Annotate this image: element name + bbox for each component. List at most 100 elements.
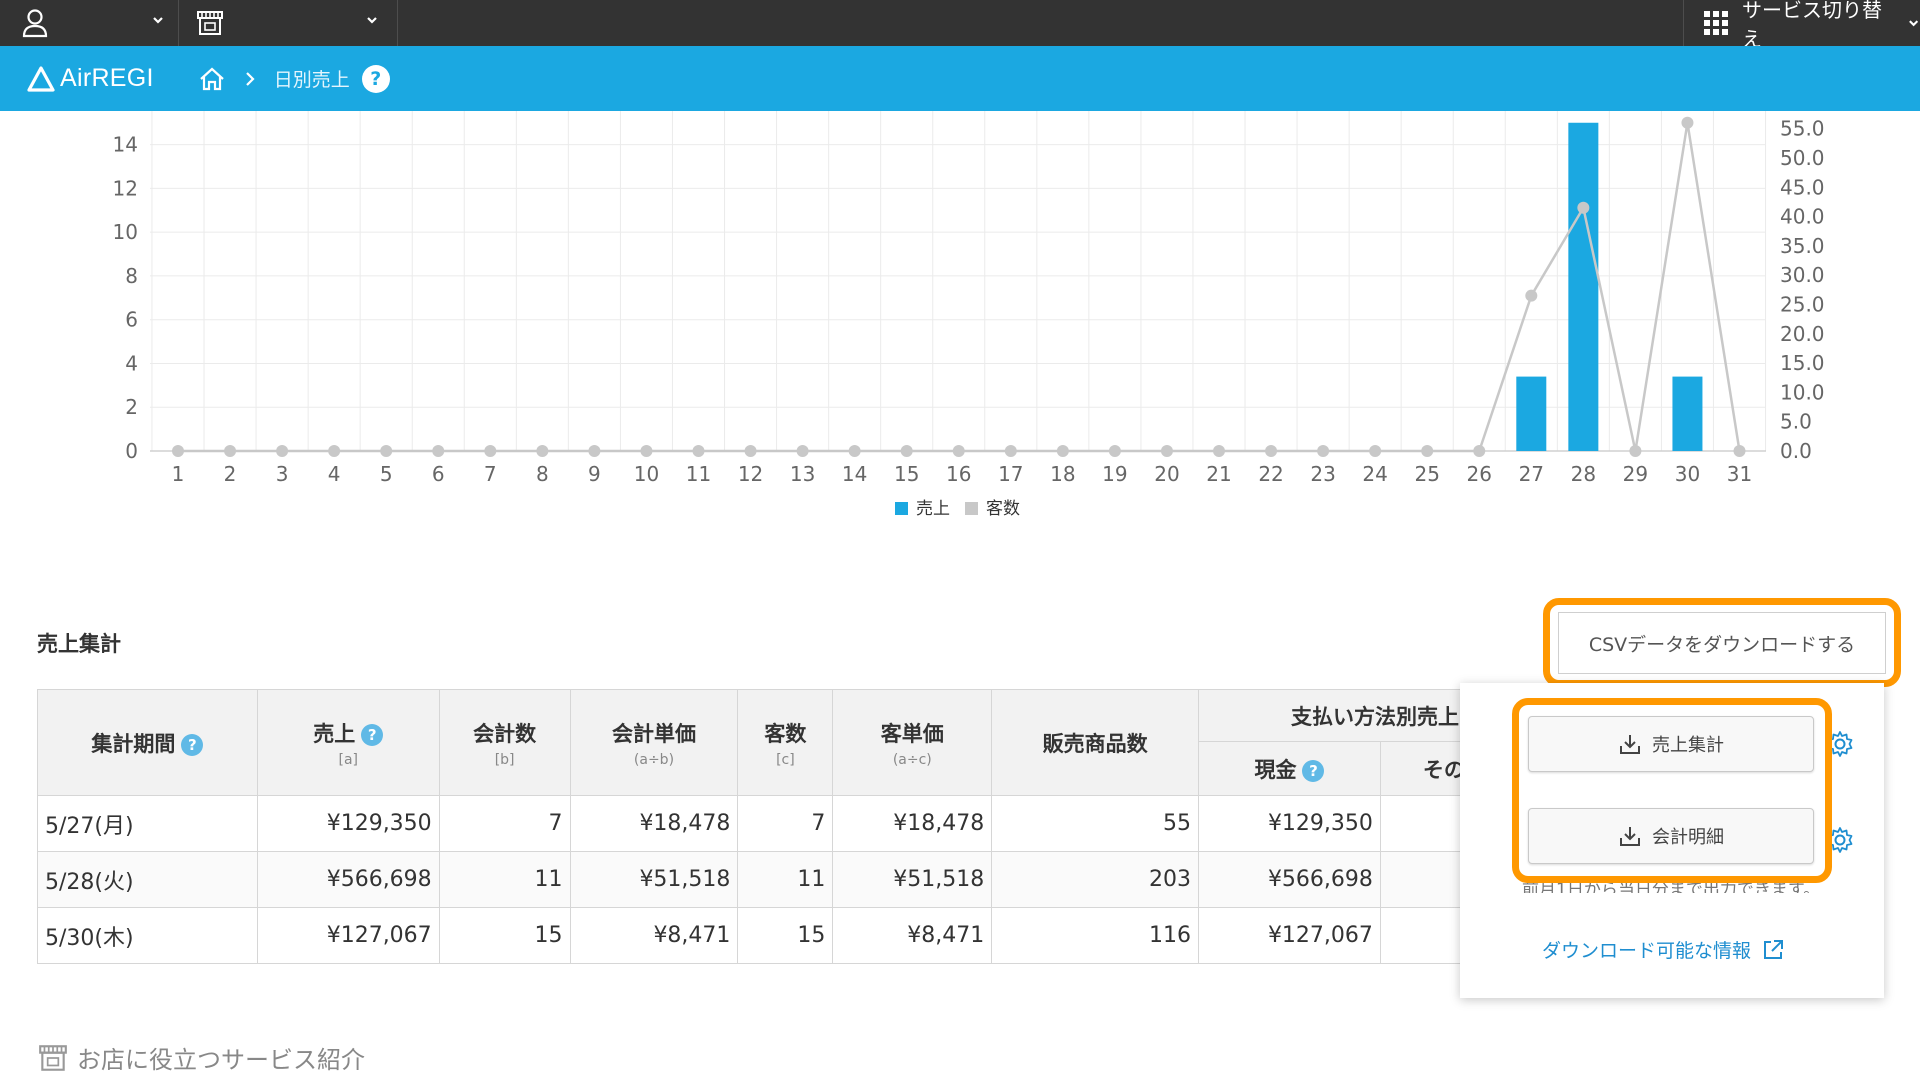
- table-row: 5/30(木) ¥127,067 15 ¥8,471 15 ¥8,471 116…: [37, 907, 1498, 964]
- point-customers: [1160, 445, 1173, 457]
- cell-customer-price: ¥51,518: [832, 851, 993, 908]
- bar-sales: [1516, 376, 1547, 451]
- cell-items: 116: [991, 907, 1199, 964]
- column-header-cash: 現金?: [1197, 741, 1381, 796]
- x-tick-label: 16: [946, 462, 971, 486]
- table-row: 5/27(月) ¥129,350 7 ¥18,478 7 ¥18,478 55 …: [37, 795, 1498, 852]
- x-tick-label: 20: [1154, 462, 1179, 486]
- y-right-tick-label: 35.0: [1780, 234, 1825, 258]
- topbar-divider: [397, 0, 398, 46]
- point-customers: [328, 445, 341, 457]
- x-tick-label: 5: [380, 462, 393, 486]
- point-customers: [1108, 445, 1121, 457]
- point-customers: [952, 445, 965, 457]
- x-tick-label: 13: [790, 462, 815, 486]
- x-tick-label: 9: [588, 462, 601, 486]
- point-customers: [1681, 116, 1694, 129]
- column-header-sales: 売上? [a]: [256, 689, 440, 796]
- column-header-items: 販売商品数: [991, 689, 1199, 796]
- point-customers: [1629, 445, 1642, 457]
- cell-count: 15: [438, 907, 571, 964]
- cell-unit-price: ¥18,478: [569, 795, 739, 852]
- chevron-down-icon: [367, 17, 377, 24]
- downloadable-info-label: ダウンロード可能な情報: [1542, 940, 1752, 962]
- legend-swatch-customers: [965, 502, 978, 515]
- x-tick-label: 23: [1310, 462, 1335, 486]
- summary-table: 集計期間? 売上? [a] 会計数 [b] 会計単価 (a÷b) 客数 [c] …: [37, 689, 1498, 964]
- legend-label-sales: 売上: [916, 499, 950, 519]
- legend-label-customers: 客数: [986, 499, 1020, 519]
- help-icon[interactable]: ?: [361, 64, 390, 93]
- bar-sales: [1672, 376, 1703, 451]
- point-customers: [1733, 445, 1746, 457]
- column-subheader: [c]: [776, 751, 795, 768]
- point-customers: [1317, 445, 1330, 457]
- service-switch-label: サービス切り替え: [1742, 0, 1882, 51]
- store-menu[interactable]: [195, 0, 385, 46]
- shop-icon: [197, 11, 223, 35]
- point-customers: [1577, 201, 1590, 214]
- services-intro-link[interactable]: お店に役立つサービス紹介: [37, 1040, 365, 1075]
- topbar-divider: [178, 0, 179, 46]
- x-tick-label: 1: [172, 462, 185, 486]
- y-right-tick-label: 45.0: [1780, 175, 1825, 199]
- help-icon[interactable]: ?: [1302, 759, 1325, 782]
- point-customers: [1525, 289, 1538, 302]
- point-customers: [1265, 445, 1278, 457]
- point-customers: [432, 445, 445, 457]
- y-right-tick-label: 5.0: [1780, 410, 1812, 434]
- cell-count: 7: [438, 795, 571, 852]
- account-menu[interactable]: [22, 0, 172, 46]
- external-link-icon: [1764, 939, 1784, 959]
- x-tick-label: 25: [1414, 462, 1439, 486]
- point-customers: [1056, 445, 1069, 457]
- x-tick-label: 21: [1206, 462, 1231, 486]
- point-customers: [484, 445, 497, 457]
- point-customers: [380, 445, 393, 457]
- x-tick-label: 24: [1362, 462, 1387, 486]
- section-title: 売上集計: [37, 632, 121, 656]
- y-right-tick-label: 55.0: [1780, 117, 1825, 141]
- column-subheader: (a÷b): [633, 751, 675, 768]
- x-tick-label: 30: [1675, 462, 1700, 486]
- x-tick-label: 4: [328, 462, 341, 486]
- point-customers: [848, 445, 861, 457]
- user-icon: [22, 9, 48, 38]
- x-tick-label: 22: [1258, 462, 1283, 486]
- y-left-tick-label: 14: [113, 133, 138, 157]
- home-icon[interactable]: [198, 66, 226, 92]
- x-tick-label: 29: [1623, 462, 1648, 486]
- app-header: AirREGI 日別売上 ?: [0, 46, 1920, 111]
- cell-cash: ¥566,698: [1197, 851, 1381, 908]
- column-subheader: [b]: [494, 751, 515, 768]
- breadcrumb-current-page: 日別売上: [273, 69, 350, 91]
- help-icon[interactable]: ?: [181, 733, 204, 756]
- cell-unit-price: ¥8,471: [569, 907, 739, 964]
- service-switch-button[interactable]: サービス切り替え: [1683, 0, 1920, 51]
- chevron-right-icon: [246, 71, 255, 86]
- x-tick-label: 17: [998, 462, 1023, 486]
- airregi-logo[interactable]: AirREGI: [26, 64, 154, 93]
- x-tick-label: 10: [634, 462, 659, 486]
- y-right-tick-label: 15.0: [1780, 351, 1825, 375]
- cell-cash: ¥129,350: [1197, 795, 1381, 852]
- y-right-tick-label: 10.0: [1780, 380, 1825, 404]
- cell-items: 55: [991, 795, 1199, 852]
- point-customers: [1473, 445, 1486, 457]
- bar-sales: [1568, 122, 1599, 452]
- x-tick-label: 27: [1519, 462, 1544, 486]
- x-tick-label: 28: [1571, 462, 1596, 486]
- point-customers: [172, 445, 184, 457]
- downloadable-info-link[interactable]: ダウンロード可能な情報: [1542, 936, 1785, 963]
- x-tick-label: 18: [1050, 462, 1075, 486]
- column-header-count: 会計数 [b]: [438, 689, 571, 796]
- cell-customers: 7: [737, 795, 834, 852]
- column-header-unit-price: 会計単価 (a÷b): [569, 689, 739, 796]
- cell-period: 5/30(木): [37, 907, 258, 964]
- daily-sales-chart: 0 2 4 6 8 10 12 14 0.0 5.0 10.0 15.0 20.0 25.0 30.0 35.…: [0, 111, 1920, 531]
- y-left-tick-label: 12: [113, 176, 138, 200]
- download-options-highlight: [1512, 698, 1832, 883]
- cell-sales: ¥566,698: [256, 851, 440, 908]
- point-customers: [900, 445, 913, 457]
- help-icon[interactable]: ?: [361, 723, 384, 746]
